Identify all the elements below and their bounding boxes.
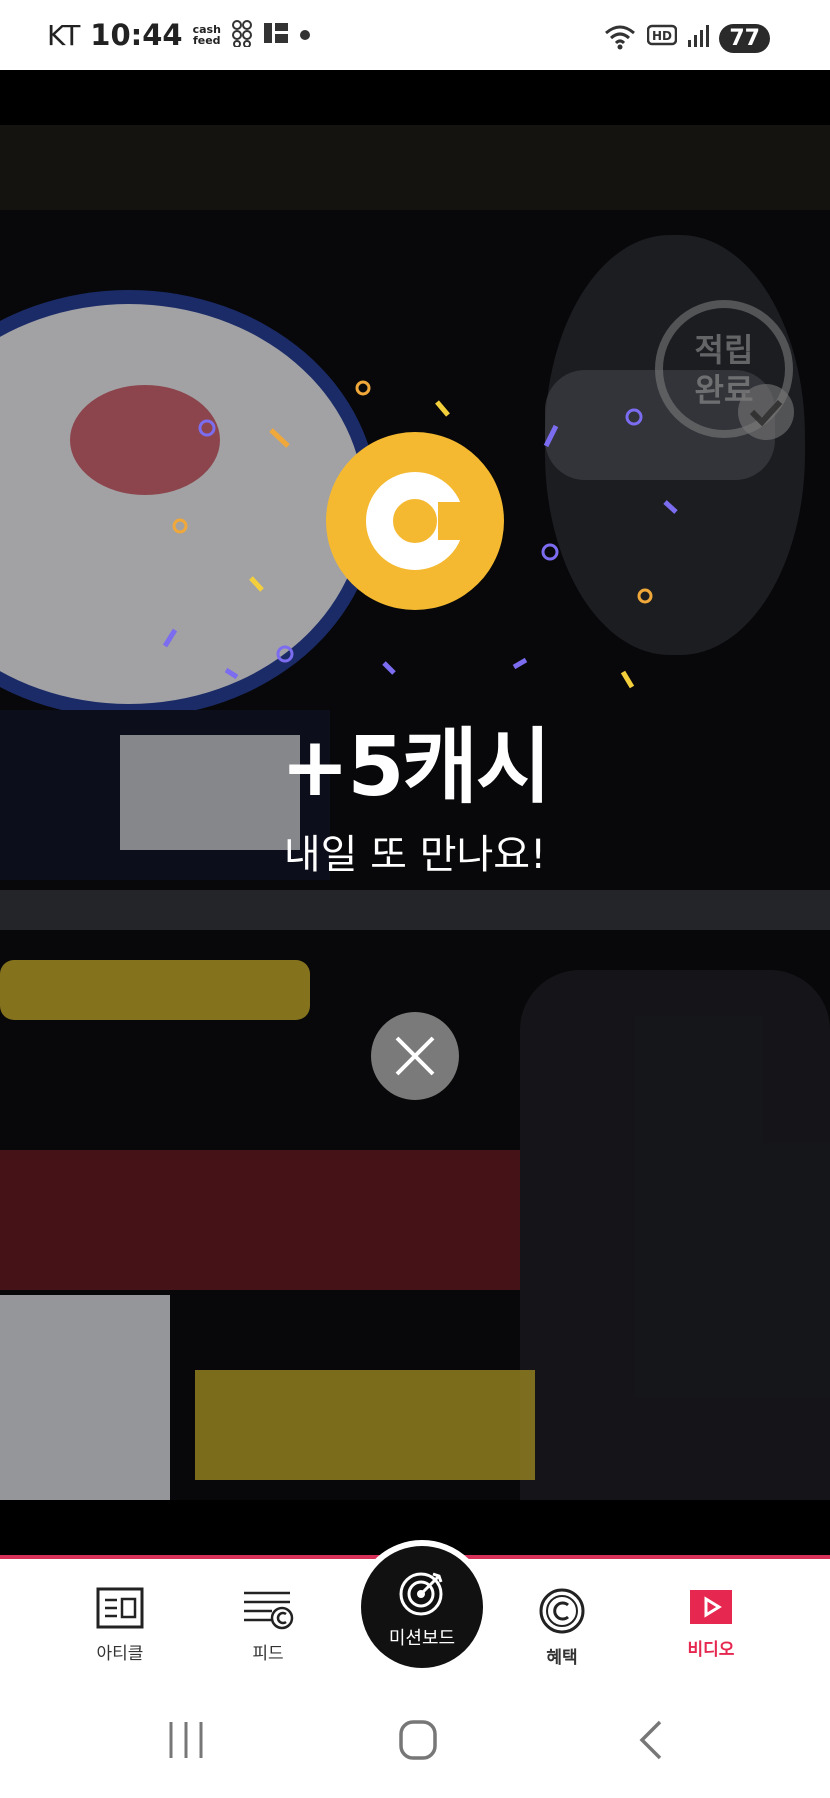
hd-label: HD [652,29,672,43]
home-button[interactable] [398,1718,438,1766]
confetti-piece [382,661,396,675]
confetti-piece [625,408,643,426]
confetti-piece [663,500,678,514]
tab-article-label: 아티클 [96,1644,144,1664]
cash-coin-icon [539,1588,585,1634]
confetti-piece [435,400,450,417]
confetti-piece [620,670,635,689]
confetti-piece [249,576,264,592]
system-nav-bar [0,1688,830,1798]
confetti-piece [543,424,559,448]
tab-feed[interactable]: 피드 [218,1587,318,1664]
status-left: KT 10:44 cash feed [47,18,311,52]
notification-dot-icon [299,26,311,45]
confetti-piece [541,543,559,561]
confetti-piece [162,628,178,648]
tab-article[interactable]: 아티클 [70,1587,170,1664]
article-icon [96,1587,144,1629]
target-icon [399,1572,443,1616]
status-bar: KT 10:44 cash feed HD 77 [0,0,830,70]
app-grid-icon [231,19,253,51]
recent-apps-button[interactable] [166,1718,206,1766]
tab-benefits-label: 혜택 [546,1648,578,1668]
confetti-piece [224,667,239,680]
tab-benefits[interactable]: 혜택 [512,1587,612,1668]
confetti-piece [276,645,294,663]
tab-video[interactable]: 비디오 [661,1587,761,1660]
reward-overlay: +5캐시 내일 또 만나요! [0,70,830,1555]
confetti-piece [637,588,653,604]
hd-voice-icon: HD [647,24,678,52]
home-icon [399,1720,437,1760]
status-right: HD 77 [603,22,770,54]
tab-feed-label: 피드 [252,1644,284,1664]
cashfeed-label-2: feed [192,34,221,47]
cashfeed-icon: cash feed [193,24,221,46]
clock: 10:44 [90,18,183,52]
mission-board-button[interactable]: 미션보드 [355,1540,489,1674]
video-player[interactable]: 적립 완료 +5캐시 내일 또 만나요! [0,70,830,1555]
battery-indicator: 77 [719,23,770,53]
confetti-piece [172,518,188,534]
reward-amount: +5캐시 [280,720,552,815]
wifi-icon [603,22,637,54]
signal-icon [687,24,710,52]
back-icon [639,1720,662,1760]
cash-coin-icon [326,432,504,610]
back-button[interactable] [636,1718,666,1766]
confetti-piece [355,380,371,396]
play-icon [690,1590,732,1624]
confetti-piece [269,428,290,448]
reward-message: 내일 또 만나요! [283,832,547,878]
close-icon [395,1036,435,1076]
tab-video-label: 비디오 [687,1640,735,1660]
confetti-piece [512,657,528,670]
carrier-label: KT [47,18,81,52]
close-button[interactable] [371,1012,459,1100]
confetti-piece [198,419,216,437]
mission-board-label: 미션보드 [388,1628,456,1649]
recent-apps-icon [169,1722,203,1758]
news-app-icon [263,21,289,49]
feed-icon [244,1591,294,1630]
